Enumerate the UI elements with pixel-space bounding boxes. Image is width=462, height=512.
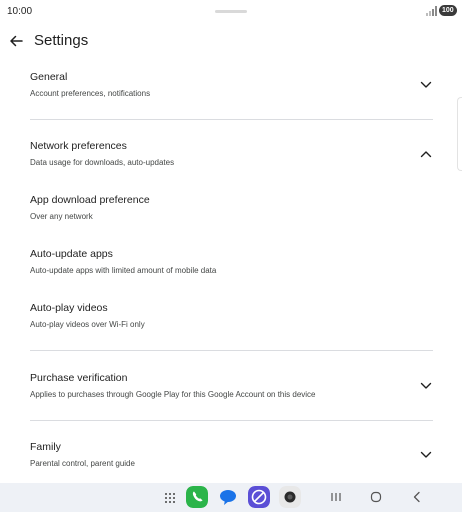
- divider: [30, 119, 433, 120]
- setting-title: App download preference: [30, 194, 150, 206]
- camera-icon[interactable]: [279, 486, 301, 508]
- section-title: General: [30, 71, 68, 83]
- home-icon[interactable]: [369, 490, 383, 504]
- header: Settings: [0, 28, 462, 54]
- back-icon[interactable]: [410, 490, 424, 504]
- status-time: 10:00: [7, 6, 33, 17]
- section-subtitle: Data usage for downloads, auto-updates: [30, 158, 175, 167]
- section-network-preferences[interactable]: Network preferences Data usage for downl…: [30, 140, 440, 168]
- setting-subtitle: Over any network: [30, 212, 93, 221]
- setting-title: Auto-play videos: [30, 302, 108, 314]
- section-general[interactable]: General Account preferences, notificatio…: [30, 71, 440, 99]
- setting-app-download-preference[interactable]: App download preference Over any network: [30, 194, 440, 222]
- messages-icon[interactable]: [217, 486, 239, 508]
- section-family[interactable]: Family Parental control, parent guide: [30, 441, 440, 469]
- section-title: Purchase verification: [30, 372, 128, 384]
- scroll-thumb[interactable]: [457, 97, 462, 171]
- section-subtitle: Parental control, parent guide: [30, 459, 135, 468]
- section-subtitle: Applies to purchases through Google Play…: [30, 390, 316, 399]
- phone-icon[interactable]: [186, 486, 208, 508]
- chevron-down-icon: [420, 382, 432, 389]
- internet-icon[interactable]: [248, 486, 270, 508]
- status-pill: [215, 10, 247, 13]
- chevron-down-icon: [420, 451, 432, 458]
- chevron-up-icon: [420, 151, 432, 158]
- divider: [30, 420, 433, 421]
- setting-subtitle: Auto-update apps with limited amount of …: [30, 266, 217, 275]
- setting-subtitle: Auto-play videos over Wi-Fi only: [30, 320, 145, 329]
- signal-icon: [426, 6, 437, 16]
- page-title: Settings: [34, 32, 89, 49]
- section-subtitle: Account preferences, notifications: [30, 89, 151, 98]
- section-purchase-verification[interactable]: Purchase verification Applies to purchas…: [30, 372, 440, 400]
- setting-auto-update-apps[interactable]: Auto-update apps Auto-update apps with l…: [30, 248, 440, 276]
- section-title: Family: [30, 441, 61, 453]
- recents-icon[interactable]: [329, 490, 343, 504]
- setting-auto-play-videos[interactable]: Auto-play videos Auto-play videos over W…: [30, 302, 440, 330]
- back-arrow-icon[interactable]: [9, 34, 23, 48]
- status-bar: 10:00 100: [0, 0, 462, 22]
- setting-title: Auto-update apps: [30, 248, 113, 260]
- app-drawer-icon[interactable]: [164, 492, 176, 504]
- divider: [30, 350, 433, 351]
- battery-badge: 100: [439, 5, 457, 16]
- navigation-bar: [0, 483, 462, 512]
- section-title: Network preferences: [30, 140, 127, 152]
- chevron-down-icon: [420, 81, 432, 88]
